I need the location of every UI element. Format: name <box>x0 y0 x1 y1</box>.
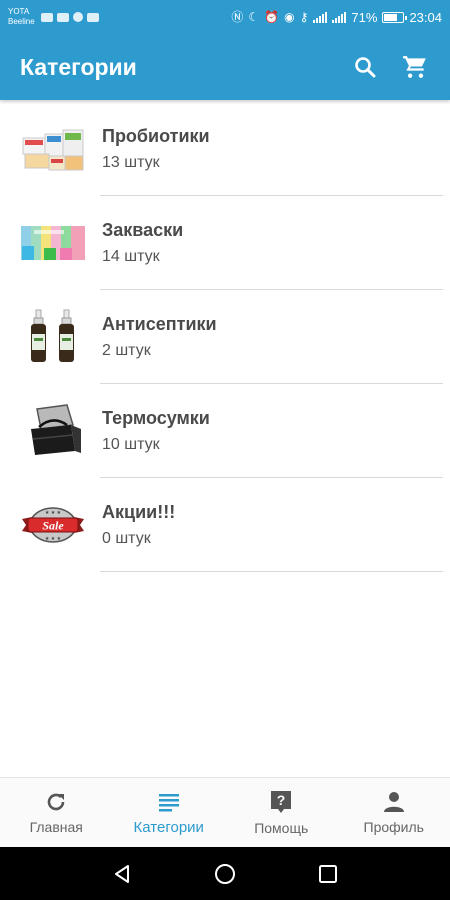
battery-icon <box>382 11 408 23</box>
system-icons: Ⓝ ☾ ⏰ ◉ ⚷ 71% 23:04 <box>231 10 442 25</box>
nav-label: Помощь <box>254 820 309 836</box>
category-count: 13 штук <box>102 154 160 171</box>
carrier-2: Beeline <box>8 17 35 26</box>
status-bar: YOTA Beeline Ⓝ ☾ ⏰ ◉ ⚷ 71% 23:04 <box>0 0 450 34</box>
category-item-sales[interactable]: Sale ★ ★ ★ ★ ★ ★ Акции!!! 0 штук <box>0 478 450 572</box>
cloud-icon <box>86 12 99 22</box>
nav-label: Профиль <box>363 819 424 835</box>
notification-icons <box>40 12 99 22</box>
notification-icon <box>72 12 83 22</box>
carrier-1: YOTA <box>8 7 30 16</box>
category-count: 10 штук <box>102 436 160 453</box>
back-button[interactable] <box>107 859 137 889</box>
battery-percent: 71% <box>351 9 378 25</box>
search-button[interactable] <box>350 52 380 82</box>
cart-icon <box>403 56 426 78</box>
nfc-icon: Ⓝ <box>231 10 244 24</box>
category-item-antiseptics[interactable]: Антисептики 2 штук <box>0 290 450 384</box>
nav-label: Категории <box>133 818 204 836</box>
home-icon <box>214 863 235 884</box>
system-navigation-bar <box>0 847 450 900</box>
notification-icon <box>56 12 69 22</box>
svg-text:★ ★ ★: ★ ★ ★ <box>45 510 62 516</box>
nav-label: Главная <box>29 819 83 835</box>
category-item-thermobags[interactable]: Термосумки 10 штук <box>0 384 450 478</box>
svg-text:?: ? <box>277 792 286 808</box>
help-icon: ? <box>271 791 292 813</box>
starters-image <box>20 213 86 273</box>
category-title: Акции!!! <box>102 502 176 522</box>
divider <box>100 571 443 572</box>
nav-item-home[interactable]: Главная <box>0 778 113 847</box>
signal-icon <box>313 11 328 23</box>
probiotics-image <box>20 119 86 179</box>
home-button[interactable] <box>210 859 240 889</box>
category-count: 14 штук <box>102 248 160 265</box>
refresh-icon <box>47 793 65 811</box>
clock: 23:04 <box>409 9 442 25</box>
key-icon: ⚷ <box>299 10 309 24</box>
nav-item-profile[interactable]: Профиль <box>338 778 450 847</box>
alarm-icon: ⏰ <box>264 10 280 24</box>
notification-icon <box>40 12 53 22</box>
category-count: 2 штук <box>102 342 151 359</box>
thermobag-image <box>20 401 86 461</box>
sale-badge-text: Sale <box>42 519 64 533</box>
back-icon <box>114 864 129 883</box>
nav-item-help[interactable]: ? Помощь <box>225 778 338 847</box>
recents-button[interactable] <box>313 859 343 889</box>
bottom-navigation: Главная Категории ? Помощь Профиль <box>0 777 450 847</box>
app-bar: Категории <box>0 34 450 100</box>
carrier-names: YOTA Beeline <box>8 7 35 27</box>
sale-image: Sale ★ ★ ★ ★ ★ ★ <box>20 495 86 555</box>
signal-icon <box>332 11 347 23</box>
eye-icon: ◉ <box>284 10 295 24</box>
recents-icon <box>319 864 338 883</box>
antiseptics-image <box>20 307 86 367</box>
category-list: Пробиотики 13 штук Закваски 14 штук Анти… <box>0 102 450 572</box>
category-item-starters[interactable]: Закваски 14 штук <box>0 196 450 290</box>
svg-text:★ ★ ★: ★ ★ ★ <box>45 536 62 542</box>
moon-icon: ☾ <box>248 10 260 24</box>
person-icon <box>383 792 404 812</box>
nav-item-categories[interactable]: Категории <box>113 778 226 847</box>
category-title: Термосумки <box>102 408 210 428</box>
category-title: Пробиотики <box>102 126 210 146</box>
search-icon <box>355 57 376 78</box>
page-title: Категории <box>20 53 137 80</box>
cart-button[interactable] <box>400 52 430 82</box>
category-title: Антисептики <box>102 314 217 334</box>
list-icon <box>158 793 179 811</box>
category-item-probiotics[interactable]: Пробиотики 13 штук <box>0 102 450 196</box>
category-count: 0 штук <box>102 530 151 547</box>
category-title: Закваски <box>102 220 184 240</box>
